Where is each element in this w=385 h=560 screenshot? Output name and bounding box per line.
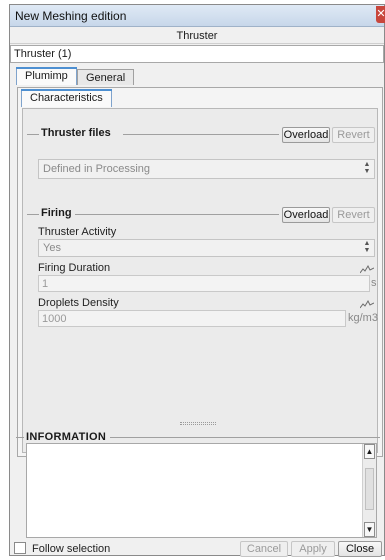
thruster-files-revert-button[interactable]: Revert — [332, 127, 375, 143]
tab-general[interactable]: General — [77, 69, 135, 85]
dialog-window: New Meshing edition ✕ Thruster Thruster … — [9, 4, 385, 557]
header-title: Thruster — [10, 28, 384, 44]
window-title: New Meshing edition — [15, 9, 127, 23]
section-divider — [123, 134, 279, 135]
scroll-thumb[interactable] — [365, 468, 374, 510]
scroll-up-icon[interactable]: ▲ — [364, 444, 375, 459]
follow-selection-checkbox[interactable] — [14, 542, 26, 554]
firing-overload-button[interactable]: Overload — [282, 207, 330, 223]
section-divider — [27, 214, 39, 215]
thruster-files-overload-button[interactable]: Overload — [282, 127, 330, 143]
subtab-characteristics[interactable]: Characteristics — [21, 89, 112, 107]
firing-duration-label: Firing Duration — [38, 262, 111, 274]
information-title: INFORMATION — [26, 431, 107, 443]
tab-plumimp[interactable]: Plumimp — [16, 67, 77, 85]
splitter-handle[interactable] — [180, 422, 216, 425]
information-scrollbar[interactable]: ▲ ▼ — [362, 444, 376, 537]
thruster-activity-combo[interactable]: Yes ▲ ▼ — [38, 239, 375, 257]
window-close-button[interactable]: ✕ — [376, 6, 385, 23]
close-button[interactable]: Close — [338, 541, 382, 557]
spin-arrows-icon: ▲ ▼ — [363, 240, 371, 254]
section-divider — [75, 214, 279, 215]
characteristics-panel: Thruster files Overload Revert Defined i… — [22, 108, 378, 453]
follow-selection-label: Follow selection — [32, 543, 111, 555]
firing-duration-unit: s — [371, 277, 377, 289]
firing-revert-button[interactable]: Revert — [332, 207, 375, 223]
thruster-files-combo-value: Defined in Processing — [43, 163, 151, 175]
section-divider — [16, 437, 24, 438]
firing-title: Firing — [41, 207, 72, 219]
information-text-area[interactable]: ▲ ▼ — [26, 443, 377, 538]
droplets-density-label: Droplets Density — [38, 297, 119, 309]
footer-bar: Follow selection Cancel Apply Close — [10, 541, 384, 557]
droplets-density-unit: kg/m3 — [348, 312, 378, 324]
section-divider — [27, 134, 39, 135]
scroll-down-icon[interactable]: ▼ — [364, 522, 375, 537]
firing-duration-field[interactable]: 1 — [38, 275, 370, 292]
cancel-button[interactable]: Cancel — [240, 541, 288, 557]
thruster-files-title: Thruster files — [41, 127, 111, 139]
apply-button[interactable]: Apply — [291, 541, 335, 557]
spin-arrows-icon: ▲ ▼ — [363, 161, 371, 175]
title-bar[interactable]: New Meshing edition ✕ — [10, 5, 385, 27]
tab-panel: Characteristics Thruster files Overload … — [17, 87, 383, 457]
section-divider — [110, 437, 380, 438]
object-name-field[interactable]: Thruster (1) — [10, 45, 384, 63]
thruster-files-combo[interactable]: Defined in Processing ▲ ▼ — [38, 159, 375, 179]
thruster-activity-label: Thruster Activity — [38, 226, 117, 238]
curve-icon[interactable] — [360, 299, 374, 309]
droplets-density-field[interactable]: 1000 — [38, 310, 346, 327]
thruster-activity-value: Yes — [43, 242, 61, 254]
curve-icon[interactable] — [360, 264, 374, 274]
